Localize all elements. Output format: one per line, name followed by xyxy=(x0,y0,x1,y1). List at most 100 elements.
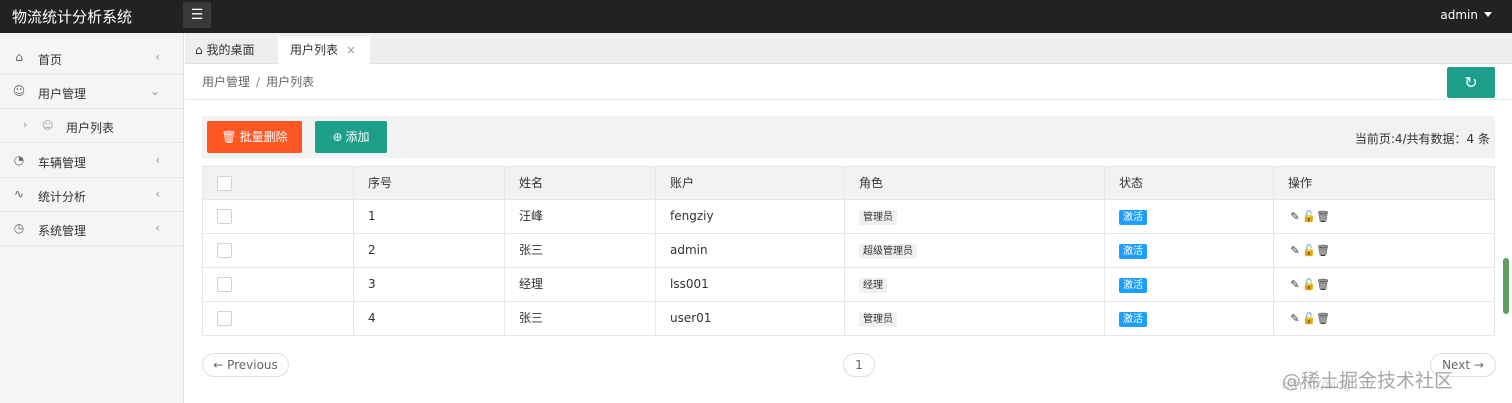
home-icon: ⌂ xyxy=(15,50,23,64)
table-row: 2 张三 admin 超级管理员 激活 ✎ 🔓🗑 xyxy=(203,234,1494,268)
tab-bar: ⌂ 我的桌面 用户列表 × xyxy=(185,33,1512,64)
row-checkbox[interactable] xyxy=(217,209,232,224)
unlock-icon[interactable]: 🔓 xyxy=(1302,200,1316,233)
close-icon[interactable]: × xyxy=(346,36,356,64)
breadcrumb-separator: / xyxy=(256,75,261,89)
role-tag: 管理员 xyxy=(859,312,897,327)
trash-icon[interactable]: 🗑 xyxy=(1316,200,1330,233)
cell-name: 张三 xyxy=(504,302,655,335)
header-role: 角色 xyxy=(844,167,1104,199)
sidebar-item-label: 用户管理 xyxy=(38,87,87,101)
unlock-icon[interactable]: 🔓 xyxy=(1302,268,1316,301)
breadcrumb-root[interactable]: 用户管理 xyxy=(202,75,250,89)
row-checkbox[interactable] xyxy=(217,243,232,258)
table-row: 4 张三 user01 管理员 激活 ✎ 🔓🗑 xyxy=(203,302,1494,336)
role-tag: 超级管理员 xyxy=(859,244,917,259)
cell-id: 1 xyxy=(353,200,504,233)
watermark: @稀土掘金技术社区 xyxy=(1282,370,1454,392)
trash-icon[interactable]: 🗑 xyxy=(1316,234,1330,267)
cell-name: 张三 xyxy=(504,234,655,267)
add-button[interactable]: ⊕ 添加 xyxy=(315,121,387,153)
select-all-checkbox[interactable] xyxy=(217,176,232,191)
role-tag: 经理 xyxy=(859,278,887,293)
sidebar-subitem-label: 用户列表 xyxy=(66,121,115,135)
add-label: 添加 xyxy=(345,130,370,144)
cell-name: 汪峰 xyxy=(504,200,655,233)
tab-my-desktop[interactable]: ⌂ 我的桌面 xyxy=(195,36,254,64)
sidebar-item-user-management[interactable]: ☺ 用户管理 ⌄ xyxy=(0,75,184,109)
role-tag: 管理员 xyxy=(859,210,897,225)
chevron-down-icon: ⌄ xyxy=(149,84,160,98)
tab-label: 用户列表 xyxy=(290,43,339,57)
chevron-left-icon: ‹ xyxy=(155,50,160,64)
sidebar-item-statistics[interactable]: ∿ 统计分析 ‹ xyxy=(0,178,184,212)
sidebar-item-label: 首页 xyxy=(38,53,63,67)
tab-label: 我的桌面 xyxy=(206,43,255,57)
sidebar-item-label: 系统管理 xyxy=(38,224,87,238)
header-name: 姓名 xyxy=(504,167,655,199)
sidebar-item-label: 统计分析 xyxy=(38,190,87,204)
unlock-icon[interactable]: 🔓 xyxy=(1302,302,1316,335)
toolbar: 🗑 批量删除 ⊕ 添加 当前页:4/共有数据：4 条 xyxy=(202,116,1495,158)
sidebar-item-label: 车辆管理 xyxy=(38,156,87,170)
cell-account: admin xyxy=(655,234,844,267)
cell-id: 4 xyxy=(353,302,504,335)
breadcrumb-current: 用户列表 xyxy=(266,75,315,89)
previous-page-button[interactable]: ← Previous xyxy=(202,353,289,377)
user-menu[interactable]: admin xyxy=(1440,8,1478,22)
unlock-icon[interactable]: 🔓 xyxy=(1302,234,1316,267)
breadcrumb: 用户管理 / 用户列表 xyxy=(202,73,314,90)
cell-id: 2 xyxy=(353,234,504,267)
home-icon: ⌂ xyxy=(195,43,203,57)
table-row: 1 汪峰 fengziy 管理员 激活 ✎ 🔓🗑 xyxy=(203,200,1494,234)
batch-delete-button[interactable]: 🗑 批量删除 xyxy=(207,121,302,153)
page-number-button[interactable]: 1 xyxy=(843,353,875,377)
vehicle-icon: ◔ xyxy=(13,153,25,167)
app-title: 物流统计分析系统 xyxy=(12,8,133,26)
status-tag[interactable]: 激活 xyxy=(1119,278,1147,293)
row-checkbox[interactable] xyxy=(217,311,232,326)
user-small-icon: ☺ xyxy=(42,119,54,132)
status-tag[interactable]: 激活 xyxy=(1119,210,1147,225)
sidebar-item-system-management[interactable]: ◷ 系统管理 ‹ xyxy=(0,212,184,246)
tab-user-list[interactable]: 用户列表 × xyxy=(278,36,370,64)
cell-account: fengziy xyxy=(655,200,844,233)
cell-id: 3 xyxy=(353,268,504,301)
chevron-left-icon: ‹ xyxy=(155,187,160,201)
status-tag[interactable]: 激活 xyxy=(1119,312,1147,327)
user-table: 序号 姓名 账户 角色 状态 操作 1 汪峰 fengziy 管理员 激活 ✎ 🔓… xyxy=(202,166,1495,336)
edit-icon[interactable]: ✎ xyxy=(1288,200,1302,233)
sidebar-subitem-user-list[interactable]: › ☺ 用户列表 xyxy=(0,109,184,143)
refresh-icon: ↻ xyxy=(1464,73,1478,92)
status-tag[interactable]: 激活 xyxy=(1119,244,1147,259)
trash-icon[interactable]: 🗑 xyxy=(1316,302,1330,335)
edit-icon[interactable]: ✎ xyxy=(1288,268,1302,301)
cell-account: lss001 xyxy=(655,268,844,301)
caret-down-icon[interactable] xyxy=(1484,12,1492,17)
pulse-icon: ∿ xyxy=(13,187,25,201)
scrollbar-thumb[interactable] xyxy=(1503,258,1509,314)
row-checkbox[interactable] xyxy=(217,277,232,292)
divider xyxy=(185,99,1512,100)
table-row: 3 经理 lss001 经理 激活 ✎ 🔓🗑 xyxy=(203,268,1494,302)
chevron-left-icon: ‹ xyxy=(155,221,160,235)
edit-icon[interactable]: ✎ xyxy=(1288,234,1302,267)
top-navbar: 物流统计分析系统 ☰ admin xyxy=(0,0,1512,33)
edit-icon[interactable]: ✎ xyxy=(1288,302,1302,335)
cell-name: 经理 xyxy=(504,268,655,301)
chevron-right-icon: › xyxy=(23,118,28,131)
trash-icon[interactable]: 🗑 xyxy=(1316,268,1330,301)
header-id: 序号 xyxy=(353,167,504,199)
sidebar: ⌂ 首页 ‹ ☺ 用户管理 ⌄ › ☺ 用户列表 ◔ 车辆管理 ‹ ∿ 统计分析… xyxy=(0,33,184,403)
refresh-button[interactable]: ↻ xyxy=(1447,67,1495,98)
plus-circle-icon: ⊕ xyxy=(332,130,343,144)
header-account: 账户 xyxy=(655,167,844,199)
page-info: 当前页:4/共有数据：4 条 xyxy=(1354,132,1490,146)
batch-delete-label: 批量删除 xyxy=(239,130,288,144)
header-status: 状态 xyxy=(1104,167,1273,199)
user-icon: ☺ xyxy=(12,84,26,98)
sidebar-item-home[interactable]: ⌂ 首页 ‹ xyxy=(0,41,184,75)
table-header-row: 序号 姓名 账户 角色 状态 操作 xyxy=(203,167,1494,200)
hamburger-icon[interactable]: ☰ xyxy=(183,2,211,28)
sidebar-item-vehicle-management[interactable]: ◔ 车辆管理 ‹ xyxy=(0,144,184,178)
